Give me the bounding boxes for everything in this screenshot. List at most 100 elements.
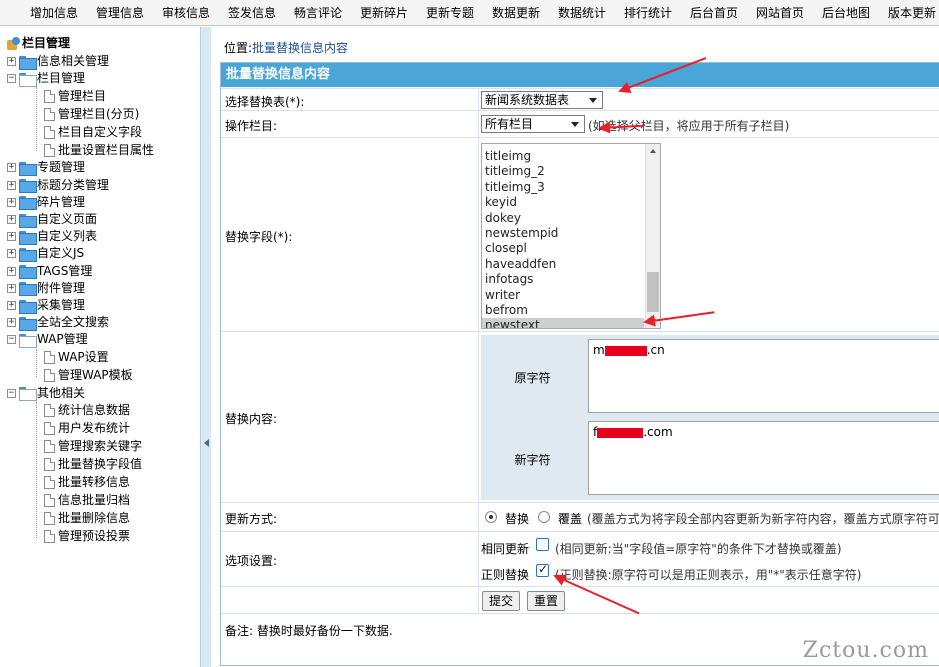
document-icon xyxy=(44,458,55,472)
sidebar-splitter[interactable] xyxy=(200,27,211,667)
topnav-item[interactable]: 畅言评论 xyxy=(288,0,348,25)
column-select[interactable]: 所有栏目 xyxy=(481,115,585,133)
scroll-up-icon[interactable] xyxy=(650,149,656,153)
collapse-toggle-icon[interactable]: − xyxy=(7,335,16,345)
reset-button[interactable]: 重置 xyxy=(527,591,566,611)
replace-panel: 原字符 m .cn 新字符 f .com xyxy=(481,335,939,500)
folder-icon xyxy=(19,316,37,331)
tree-leaf[interactable]: 信息批量归档 xyxy=(44,492,130,509)
field-option[interactable]: writer xyxy=(482,288,644,303)
field-option[interactable]: titleimg_2 xyxy=(482,164,644,179)
mode-replace-radio[interactable] xyxy=(485,511,497,523)
topnav-item[interactable]: 管理信息 xyxy=(90,0,150,25)
topnav-item[interactable]: 增加信息 xyxy=(24,0,84,25)
tree-node[interactable]: + 自定义页面 xyxy=(7,211,97,228)
tree-node[interactable]: + 标题分类管理 xyxy=(7,177,109,194)
tree-leaf[interactable]: 管理预设投票 xyxy=(44,528,130,545)
folder-icon xyxy=(19,265,37,280)
mode-cover-radio[interactable] xyxy=(538,511,550,523)
tree-leaf[interactable]: 批量删除信息 xyxy=(44,510,130,527)
expand-toggle-icon[interactable]: + xyxy=(7,318,16,328)
expand-toggle-icon[interactable]: + xyxy=(7,197,16,207)
sidebar-tree: 栏目管理 + 信息相关管理 − 栏目管理 管理栏目 管理栏目(分页) 栏目自定义字段 批量设置… xyxy=(0,27,200,667)
expand-toggle-icon[interactable]: + xyxy=(7,163,16,173)
tree-leaf[interactable]: 批量设置栏目属性 xyxy=(44,142,154,159)
field-option[interactable]: titleimg_3 xyxy=(482,180,644,195)
top-nav: 增加信息 管理信息 审核信息 签发信息 畅言评论 更新碎片 更新专题 数据更新 数据统计 排行统计… xyxy=(0,0,939,26)
tree-leaf[interactable]: 栏目自定义字段 xyxy=(44,124,142,141)
field-option[interactable]: befrom xyxy=(482,303,644,318)
submit-button[interactable]: 提交 xyxy=(482,591,521,611)
tree-leaf[interactable]: 管理WAP模板 xyxy=(44,367,133,384)
topnav-item[interactable]: 数据更新 xyxy=(486,0,546,25)
topnav-item[interactable]: 更新专题 xyxy=(420,0,480,25)
expand-toggle-icon[interactable]: + xyxy=(7,57,16,66)
field-option[interactable]: closepl xyxy=(482,241,644,256)
field-option[interactable]: haveaddfen xyxy=(482,257,644,272)
tree-leaf[interactable]: 管理栏目(分页) xyxy=(44,106,139,123)
field-option[interactable]: dokey xyxy=(482,211,644,226)
tree-leaf[interactable]: 管理栏目 xyxy=(44,88,106,105)
folder-icon xyxy=(19,299,37,314)
topnav-item[interactable]: 后台地图 xyxy=(816,0,876,25)
topnav-item[interactable]: 审核信息 xyxy=(156,0,216,25)
options-label: 选项设置: xyxy=(225,554,278,568)
field-option[interactable]: keyid xyxy=(482,195,644,210)
tree-node[interactable]: + 附件管理 xyxy=(7,280,85,297)
expand-toggle-icon[interactable]: + xyxy=(7,283,16,293)
expand-toggle-icon[interactable]: + xyxy=(7,215,16,224)
row-table: 选择替换表(*): 新闻系统数据表 xyxy=(221,88,939,110)
topnav-item[interactable]: 签发信息 xyxy=(222,0,282,25)
field-option[interactable]: infotags xyxy=(482,272,644,287)
tree-node[interactable]: + 专题管理 xyxy=(7,159,85,176)
field-option[interactable]: newstempid xyxy=(482,226,644,241)
tree-leaf[interactable]: 用户发布统计 xyxy=(44,420,130,437)
tree-node[interactable]: + 采集管理 xyxy=(7,297,85,314)
tree-leaf[interactable]: 管理搜索关键字 xyxy=(44,438,142,455)
tree-leaf-label: 用户发布统计 xyxy=(58,421,131,436)
collapse-arrow-icon[interactable] xyxy=(204,439,209,447)
collapse-toggle-icon[interactable]: − xyxy=(7,74,16,84)
field-option[interactable]: newstext xyxy=(482,318,644,328)
tree-node[interactable]: − 栏目管理 xyxy=(7,70,85,87)
tree-leaf[interactable]: WAP设置 xyxy=(44,349,109,366)
expand-toggle-icon[interactable]: + xyxy=(7,301,16,310)
topnav-item[interactable]: 网站首页 xyxy=(750,0,810,25)
new-string-textarea[interactable]: f .com xyxy=(588,421,939,495)
expand-toggle-icon[interactable]: + xyxy=(7,232,16,242)
topnav-item[interactable]: 后台首页 xyxy=(684,0,744,25)
collapse-toggle-icon[interactable]: − xyxy=(7,388,16,398)
tree-leaf[interactable]: 统计信息数据 xyxy=(44,402,130,419)
table-select[interactable]: 新闻系统数据表 xyxy=(481,91,603,109)
topnav-item[interactable]: 版本更新 xyxy=(882,0,939,25)
folder-icon xyxy=(19,196,37,211)
tree-leaf[interactable]: 批量转移信息 xyxy=(44,474,130,491)
expand-toggle-icon[interactable]: + xyxy=(7,266,16,276)
tree-leaf[interactable]: 批量替换字段值 xyxy=(44,456,142,473)
tree-node[interactable]: + 自定义列表 xyxy=(7,228,97,245)
topnav-item[interactable]: 数据统计 xyxy=(552,0,612,25)
tree-node[interactable]: + 信息相关管理 xyxy=(7,53,109,70)
listbox-scrollbar[interactable] xyxy=(645,144,660,328)
same-update-label: 相同更新 xyxy=(481,542,530,556)
regex-checkbox[interactable] xyxy=(536,562,549,577)
same-update-checkbox[interactable] xyxy=(536,538,549,551)
expand-toggle-icon[interactable]: + xyxy=(7,249,16,259)
tree-node-label: 信息相关管理 xyxy=(37,54,110,68)
tree-root-label: 栏目管理 xyxy=(22,36,71,50)
tree-node[interactable]: − WAP管理 xyxy=(7,331,88,348)
expand-toggle-icon[interactable]: + xyxy=(7,180,16,190)
field-option[interactable]: titleimg xyxy=(482,149,644,164)
old-string-textarea[interactable]: m .cn xyxy=(588,339,939,413)
scroll-thumb[interactable] xyxy=(647,272,659,312)
tree-node[interactable]: + 碎片管理 xyxy=(7,194,85,211)
tree-node[interactable]: + 全站全文搜索 xyxy=(7,314,109,331)
topnav-item[interactable]: 更新碎片 xyxy=(354,0,414,25)
tree-node[interactable]: + 自定义JS xyxy=(7,245,84,262)
topnav-item[interactable]: 排行统计 xyxy=(618,0,678,25)
breadcrumb-link[interactable]: 批量替换信息内容 xyxy=(252,41,348,55)
tree-node[interactable]: + TAGS管理 xyxy=(7,263,92,280)
field-listbox[interactable]: titleimg titleimg_2 titleimg_3 keyid dokey ne… xyxy=(481,143,661,329)
tree-node[interactable]: − 其他相关 xyxy=(7,385,85,402)
tree-root[interactable]: 栏目管理 xyxy=(6,35,70,52)
